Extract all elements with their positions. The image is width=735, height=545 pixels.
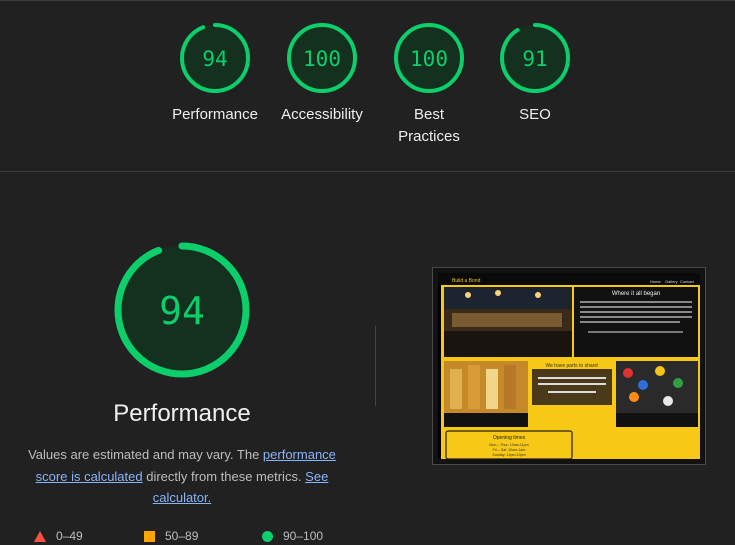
screenshot-hero-heading: Where it all began: [612, 291, 660, 297]
gauge-label-line2: Practices: [398, 128, 460, 145]
category-summary: 94 Performance 100 Accessibility 100 Bes…: [0, 0, 735, 172]
screenshot-nav-home: Home: [650, 279, 661, 284]
circle-icon: [262, 530, 273, 542]
gauge-ring: 100: [287, 23, 357, 93]
gauge-ring: 91: [500, 23, 570, 93]
performance-score: 94: [159, 289, 205, 333]
gauge-seo[interactable]: 91 SEO: [480, 22, 590, 126]
gauge-ring: 100: [394, 23, 464, 93]
legend-pass-label: 90–100: [283, 529, 324, 543]
performance-description: Values are estimated and may vary. The p…: [20, 444, 344, 509]
gauge-score: 100: [303, 47, 341, 71]
legend-pass: 90–100: [262, 529, 323, 543]
screenshot-opening-line: Sunday: 12pm-10pm: [492, 453, 525, 457]
legend-fail: 0–49: [34, 529, 83, 543]
gauge-label-line1: Best: [413, 106, 444, 123]
gauge-ring: 94: [180, 23, 250, 93]
final-screenshot[interactable]: Build a Bond Home Gallery Contact Where …: [432, 267, 706, 465]
screenshot-opening-line: Fri – Sat: 10am-1am: [493, 448, 526, 452]
gauge-label: Accessibility: [281, 106, 363, 123]
screenshot-site-name: Build a Bond: [452, 278, 481, 284]
gauge-accessibility[interactable]: 100 Accessibility: [267, 22, 377, 126]
triangle-icon: [34, 530, 46, 542]
gauge-score: 100: [410, 47, 448, 71]
screenshot-opening-line: Mon – Thur: 10am-11pm: [489, 443, 528, 447]
square-icon: [144, 530, 155, 542]
screenshot-illustration: Build a Bond Home Gallery Contact Where …: [438, 273, 700, 459]
gauge-label: Best Practices: [374, 104, 484, 148]
screenshot-nav-gallery: Gallery: [665, 279, 678, 284]
desc-text: Values are estimated and may vary. The: [28, 447, 263, 462]
performance-gauge: 94: [112, 240, 252, 380]
screenshot-box-heading: We have parts to share!: [546, 363, 599, 369]
score-legend: 0–49 50–89 90–100: [0, 529, 735, 545]
performance-gauge-ring: 94: [114, 242, 250, 378]
vertical-separator: [375, 326, 376, 406]
gauge-score: 94: [202, 47, 227, 71]
desc-text: directly from these metrics.: [142, 468, 306, 484]
performance-title: Performance: [113, 400, 251, 427]
legend-average: 50–89: [144, 529, 198, 543]
screenshot-page: Build a Bond Home Gallery Contact Where …: [438, 273, 700, 459]
screenshot-opening-heading: Opening times: [493, 435, 526, 441]
gauge-score: 91: [522, 47, 547, 71]
gauge-label: SEO: [519, 106, 551, 123]
section-divider: [0, 171, 735, 172]
gauge-best-practices[interactable]: 100 Best Practices: [374, 22, 484, 148]
gauge-performance[interactable]: 94 Performance: [160, 22, 270, 126]
gauge-label: Performance: [172, 106, 258, 123]
screenshot-nav-contact: Contact: [680, 279, 695, 284]
legend-average-label: 50–89: [165, 529, 199, 543]
legend-fail-label: 0–49: [56, 529, 83, 543]
